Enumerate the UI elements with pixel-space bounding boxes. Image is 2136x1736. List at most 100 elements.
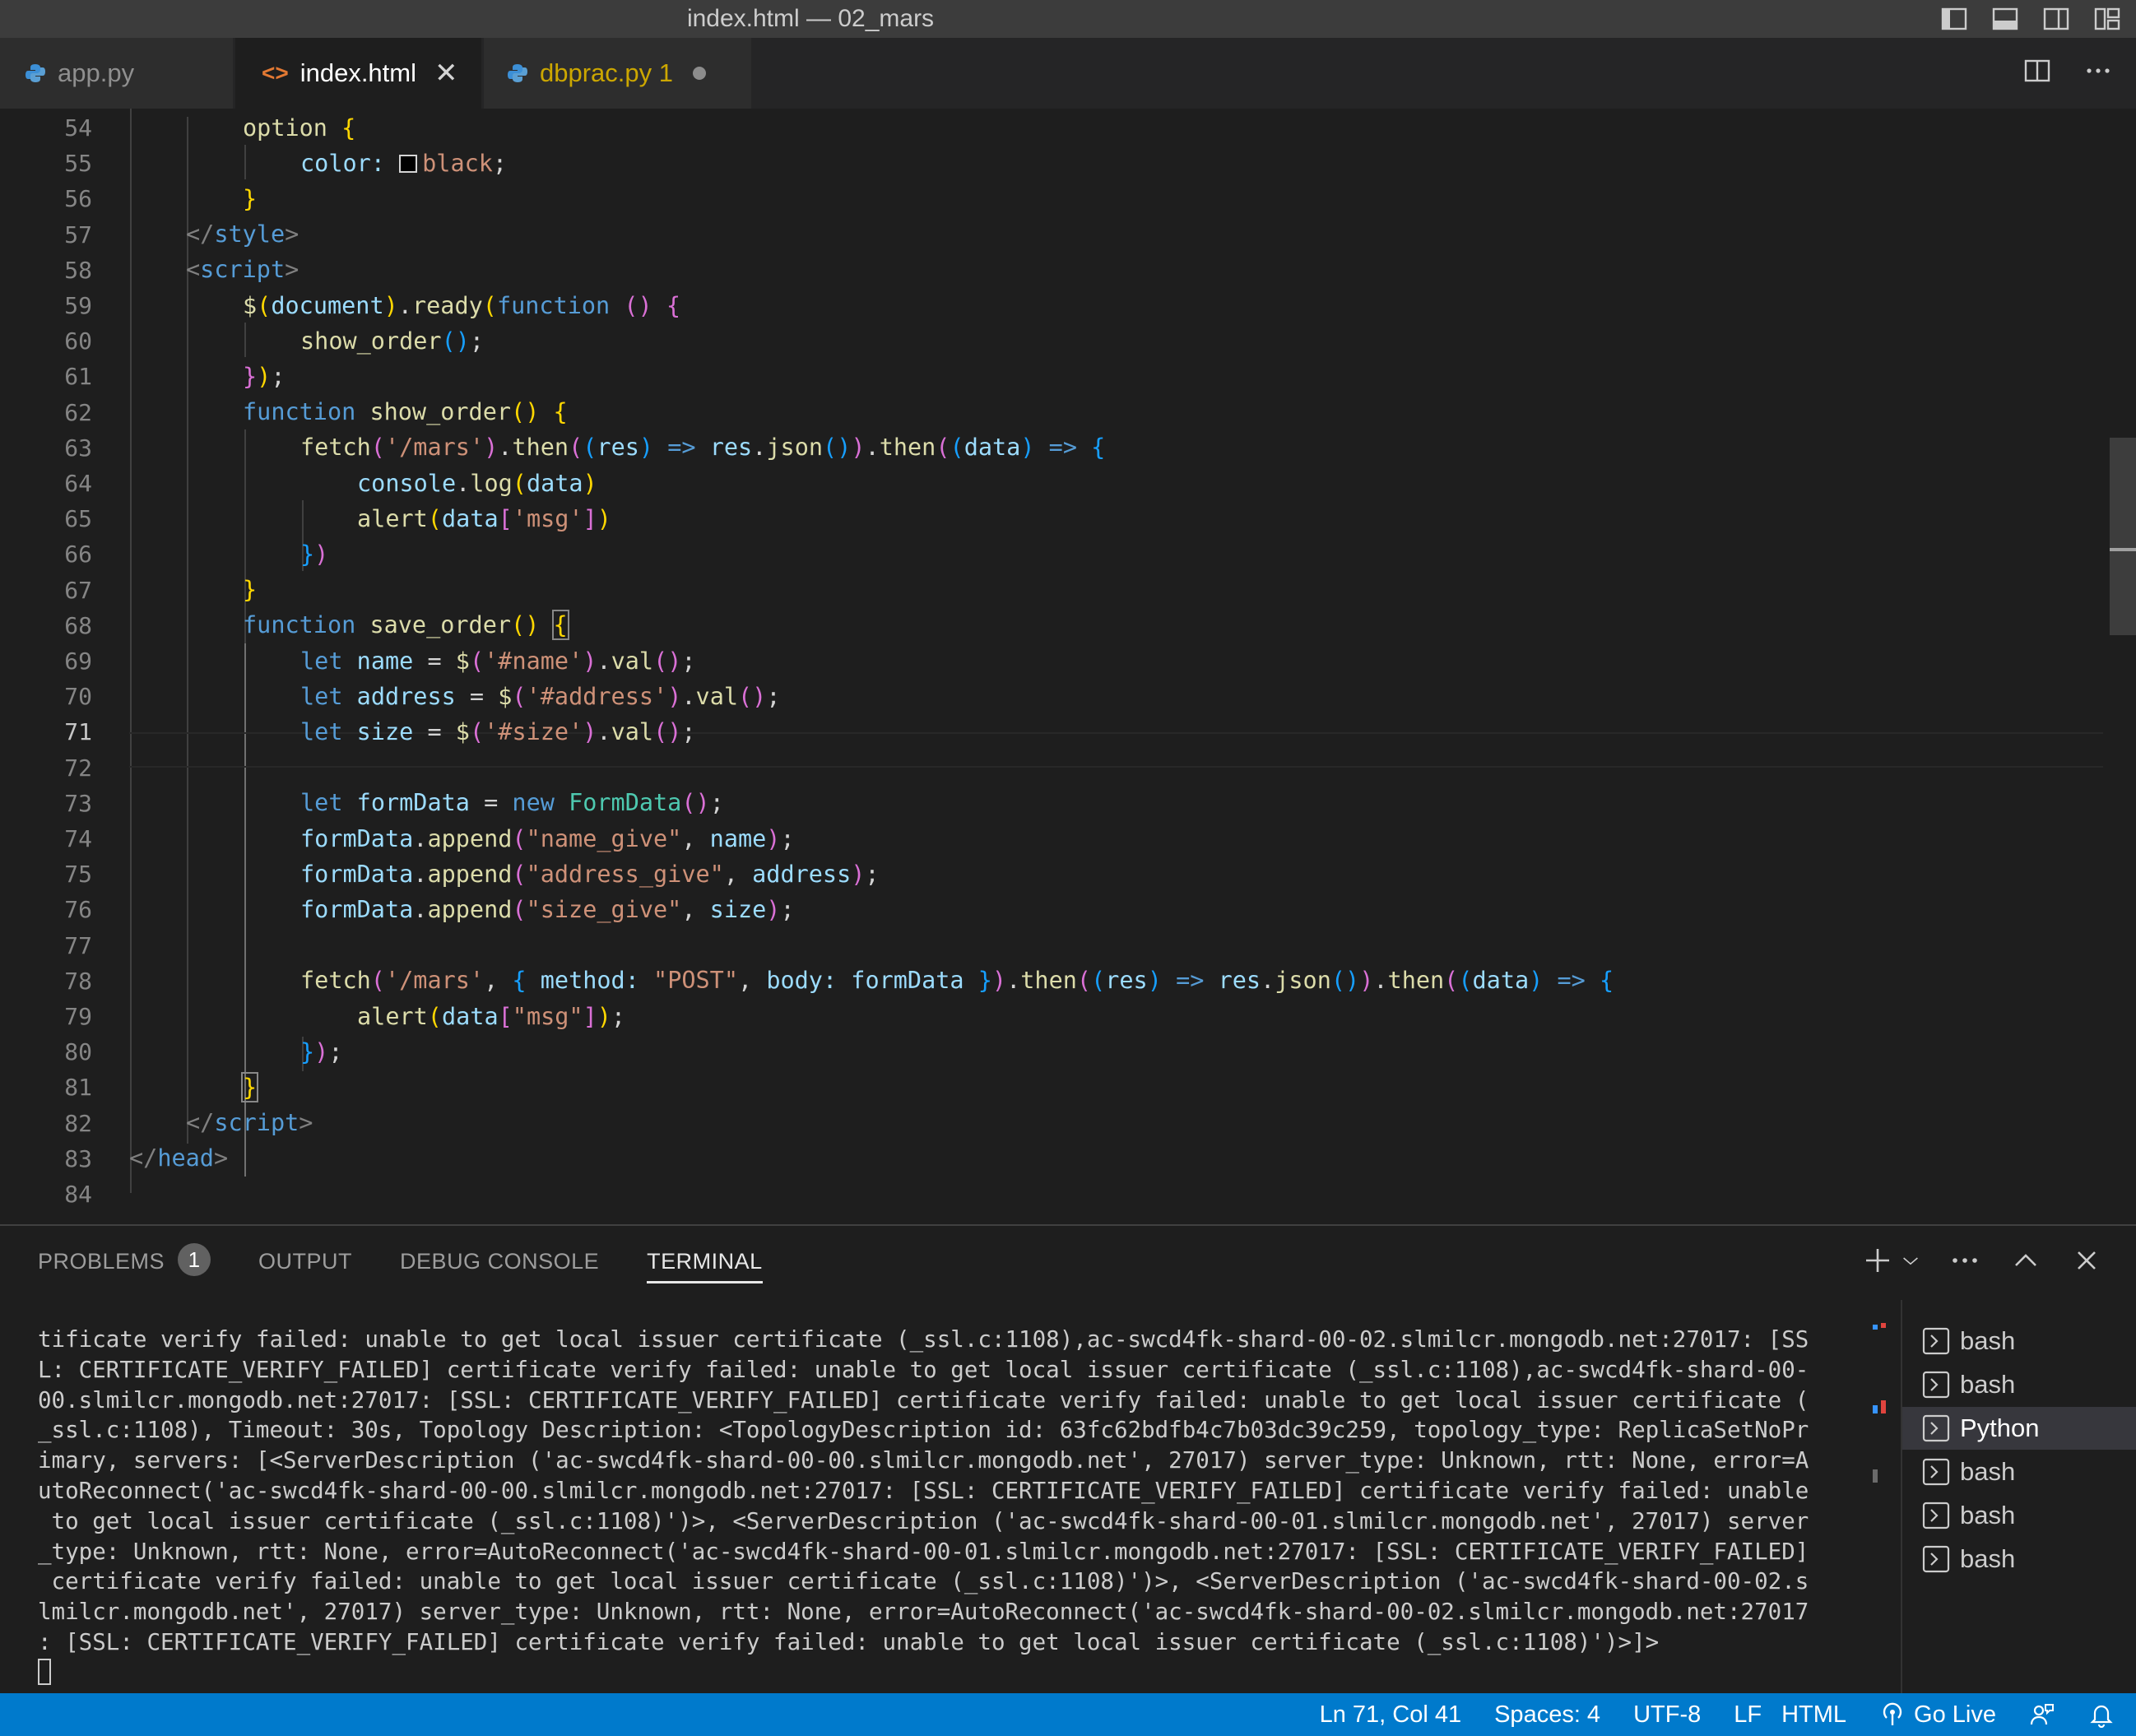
status-bar: Ln 71, Col 41 Spaces: 4 UTF-8 LF HTML Go…: [0, 1693, 2136, 1736]
close-panel-icon[interactable]: [2070, 1244, 2103, 1277]
toggle-panel-icon[interactable]: [1991, 5, 2019, 33]
html-file-icon: <>: [262, 60, 289, 86]
terminal-item-python[interactable]: Python: [1902, 1407, 2136, 1450]
code-line-54: option {: [243, 114, 356, 142]
line-number: 66: [64, 541, 92, 569]
line-number: 75: [64, 861, 92, 889]
indentation-setting[interactable]: Spaces: 4: [1494, 1701, 1600, 1729]
line-number: 76: [64, 896, 92, 924]
tab-terminal[interactable]: TERMINAL: [647, 1226, 763, 1297]
terminal-item-bash[interactable]: bash: [1902, 1363, 2136, 1406]
terminal-icon: [1922, 1371, 1950, 1399]
code-line-79: alert(data["msg"]);: [357, 1003, 626, 1030]
tab-app-py[interactable]: app.py: [0, 38, 234, 109]
terminal-line: utoReconnect('ac-swcd4fk-shard-00-00.slm…: [38, 1477, 1809, 1504]
code-editor[interactable]: 54 55 56 57 58 59 60 61 62 63 64 65 66 67 68 69 70 71 72 73…: [0, 109, 2136, 1224]
code-line-60: show_order();: [300, 327, 485, 355]
code-line-62: function show_order() {: [243, 398, 568, 425]
tab-dbprac-py[interactable]: dbprac.py 1: [484, 38, 752, 109]
editor-actions: [2022, 56, 2113, 86]
close-icon[interactable]: ✕: [434, 57, 458, 90]
line-number: 61: [64, 363, 92, 391]
maximize-panel-icon[interactable]: [2009, 1244, 2042, 1277]
tab-debug-console[interactable]: DEBUG CONSOLE: [400, 1226, 599, 1297]
line-number: 70: [64, 683, 92, 711]
code-line-58: <script>: [186, 256, 300, 283]
terminal-output[interactable]: tificate verify failed: unable to get lo…: [38, 1325, 1864, 1688]
toggle-primary-sidebar-icon[interactable]: [1940, 5, 1968, 33]
code-line-76: formData.append("size_give", size);: [300, 896, 795, 923]
line-number: 64: [64, 470, 92, 497]
tab-output[interactable]: OUTPUT: [258, 1226, 352, 1297]
terminal-icon: [1922, 1502, 1950, 1529]
code-line-66: }): [300, 541, 329, 568]
notifications-button[interactable]: [2088, 1701, 2115, 1728]
layout-controls: [1940, 5, 2121, 33]
bell-icon: [2090, 1705, 2113, 1728]
code-line-59: $(document).ready(function () {: [243, 292, 681, 319]
more-actions-icon[interactable]: [1948, 1244, 1981, 1277]
line-number: 78: [64, 967, 92, 995]
scroll-mark: [1873, 1469, 1878, 1483]
line-number: 67: [64, 576, 92, 604]
window-title: index.html — 02_mars: [686, 5, 935, 32]
tab-label: dbprac.py 1: [540, 58, 673, 87]
tab-index-html[interactable]: <> index.html ✕: [235, 38, 482, 109]
terminal-item-bash[interactable]: bash: [1902, 1320, 2136, 1362]
terminal-line: _type: Unknown, rtt: None, error=AutoRec…: [38, 1538, 1809, 1565]
line-number: 80: [64, 1038, 92, 1066]
feedback-button[interactable]: [2029, 1701, 2055, 1728]
terminal-line: 00.slmilcr.mongodb.net:27017: [SSL: CERT…: [38, 1386, 1809, 1413]
terminal-line: certificate verify failed: unable to get…: [38, 1568, 1809, 1595]
terminal-scroll-marks: [1873, 1226, 1901, 1621]
tab-problems[interactable]: PROBLEMS 1: [38, 1226, 211, 1297]
line-number: 58: [64, 256, 92, 284]
split-editor-icon[interactable]: [2022, 56, 2052, 86]
terminal-item-bash[interactable]: bash: [1902, 1538, 2136, 1581]
line-number: 57: [64, 220, 92, 248]
code-line-61: });: [243, 363, 286, 390]
code-line-57: </style>: [186, 220, 300, 248]
tab-label: app.py: [58, 58, 135, 87]
line-number: 55: [64, 150, 92, 178]
cursor-position[interactable]: Ln 71, Col 41: [1320, 1701, 1462, 1729]
panel-tabs: PROBLEMS 1 OUTPUT DEBUG CONSOLE TERMINAL: [38, 1226, 763, 1297]
line-ending[interactable]: LF: [1734, 1701, 1762, 1729]
terminal-line: _ssl.c:1108), Timeout: 30s, Topology Des…: [38, 1417, 1809, 1444]
terminal-icon: [1922, 1458, 1950, 1486]
line-number: 74: [64, 825, 92, 852]
go-live-button[interactable]: Go Live: [1879, 1701, 1996, 1729]
code-line-67: }: [243, 576, 258, 603]
line-number: 83: [64, 1144, 92, 1172]
file-encoding[interactable]: UTF-8: [1633, 1701, 1701, 1729]
terminal-line: tificate verify failed: unable to get lo…: [38, 1326, 1809, 1353]
error-mark: [1881, 1400, 1886, 1413]
terminal-cursor: [38, 1658, 51, 1685]
more-actions-icon[interactable]: [2083, 56, 2113, 86]
code-line-69: let name = $('#name').val();: [300, 648, 696, 675]
color-swatch[interactable]: [399, 155, 418, 173]
feedback-icon: [2030, 1704, 2054, 1725]
language-mode[interactable]: HTML: [1781, 1701, 1846, 1729]
line-number: 84: [64, 1181, 92, 1208]
chevron-down-icon[interactable]: [1901, 1244, 1920, 1277]
code-line-55: color: black;: [300, 150, 508, 177]
toggle-secondary-sidebar-icon[interactable]: [2042, 5, 2070, 33]
line-number: 63: [64, 434, 92, 462]
code-line-68: function save_order() {: [243, 610, 569, 640]
editor-scrollbar[interactable]: [2110, 438, 2136, 635]
customize-layout-icon[interactable]: [2093, 5, 2121, 33]
code-line-75: formData.append("address_give", address)…: [300, 861, 880, 888]
info-mark: [1873, 1325, 1878, 1330]
line-number: 82: [64, 1109, 92, 1137]
code-line-73: let formData = new FormData();: [300, 789, 724, 816]
terminal-item-bash[interactable]: bash: [1902, 1451, 2136, 1493]
unsaved-dot-icon[interactable]: [693, 67, 706, 80]
terminal-item-bash[interactable]: bash: [1902, 1494, 2136, 1537]
code-line-56: }: [243, 185, 258, 212]
code-line-63: fetch('/mars').then((res) => res.json())…: [300, 434, 1106, 461]
scrollbar-cursor-marker: [2110, 548, 2136, 551]
line-number: 72: [64, 754, 92, 782]
code-line-83: </head>: [129, 1144, 229, 1172]
code-line-78: fetch('/mars', { method: "POST", body: f…: [300, 967, 1614, 994]
